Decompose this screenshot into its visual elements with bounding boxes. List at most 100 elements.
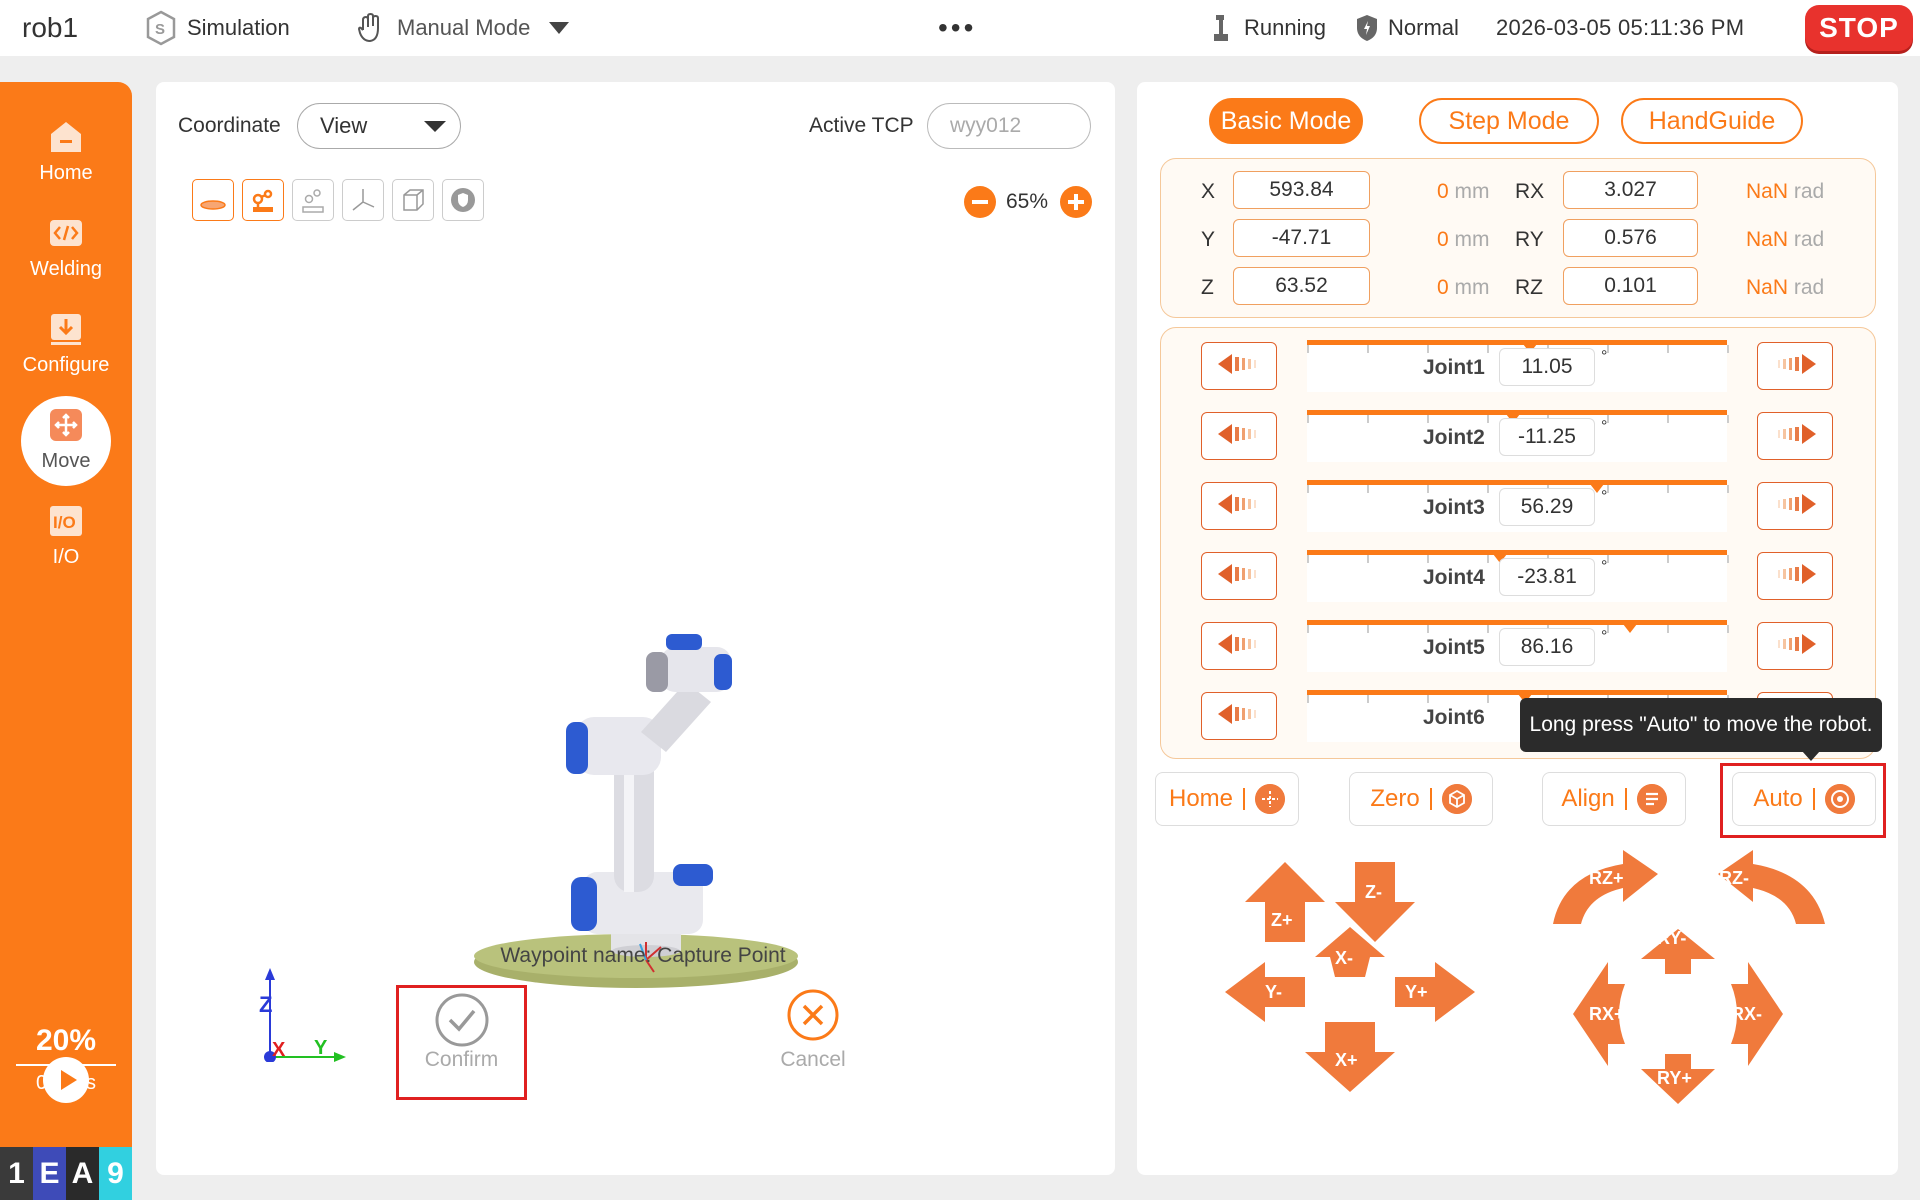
- robot-3d-view[interactable]: [456, 552, 816, 992]
- joint-value-input[interactable]: 11.05: [1499, 348, 1595, 386]
- arrow-left-icon: [1216, 492, 1262, 521]
- badge-char: A: [66, 1147, 99, 1200]
- axis-label: X: [1201, 180, 1216, 203]
- divider: [1243, 788, 1246, 810]
- arrow-right-icon: [1772, 422, 1818, 451]
- joint-position-marker[interactable]: [1623, 624, 1638, 633]
- axis-label: RY: [1515, 228, 1544, 251]
- scale-tick: [1307, 345, 1309, 353]
- joint-increase-button[interactable]: [1757, 622, 1833, 670]
- joint-increase-button[interactable]: [1757, 412, 1833, 460]
- sidebar-item-label: Move: [41, 450, 91, 472]
- pose-x-input[interactable]: 593.84: [1233, 171, 1370, 209]
- joint-value-input[interactable]: 86.16: [1499, 628, 1595, 666]
- pose-row-y: Y -47.71 0 mm RY 0.576 NaN rad: [1161, 219, 1877, 259]
- pose-y-input[interactable]: -47.71: [1233, 219, 1370, 257]
- active-tcp-field[interactable]: wyy012: [927, 103, 1091, 149]
- tab-basic-mode[interactable]: Basic Mode: [1209, 98, 1363, 144]
- joint-decrease-button[interactable]: [1201, 482, 1277, 530]
- zoom-out-button[interactable]: [964, 186, 996, 218]
- axis-label: Y: [1201, 228, 1216, 251]
- scale-tick: [1487, 625, 1489, 633]
- version-badge: 1 E A 9: [0, 1147, 132, 1200]
- joint-row: Joint3 56.29 °: [1161, 480, 1875, 532]
- joint-value-input[interactable]: -11.25: [1499, 418, 1595, 456]
- view-scene-button[interactable]: [292, 179, 334, 221]
- joint-decrease-button[interactable]: [1201, 552, 1277, 600]
- arrow-left-icon: [1216, 352, 1262, 381]
- joint-decrease-button[interactable]: [1201, 412, 1277, 460]
- view-box-button[interactable]: [392, 179, 434, 221]
- scale-tick: [1667, 485, 1669, 493]
- scale-tick: [1367, 695, 1369, 703]
- scale-tick: [1427, 625, 1429, 633]
- pose-ry-input[interactable]: 0.576: [1563, 219, 1698, 257]
- zero-action-button[interactable]: Zero: [1349, 772, 1493, 826]
- joint-increase-button[interactable]: [1757, 552, 1833, 600]
- scale-tick: [1307, 555, 1309, 563]
- offset-unit: mm: [1454, 180, 1490, 203]
- tab-handguide[interactable]: HandGuide: [1621, 98, 1803, 144]
- offset-value: NaN: [1746, 180, 1789, 203]
- confirm-button[interactable]: Confirm: [396, 985, 527, 1100]
- pose-rx-input[interactable]: 3.027: [1563, 171, 1698, 209]
- joint-row: Joint1 11.05 °: [1161, 340, 1875, 392]
- view-robot-button[interactable]: [242, 179, 284, 221]
- align-action-button[interactable]: Align: [1542, 772, 1686, 826]
- jog-label: RX-: [1731, 1004, 1762, 1024]
- download-icon: [51, 314, 81, 345]
- more-menu-button[interactable]: •••: [938, 0, 976, 56]
- joint-row: Joint4 -23.81 °: [1161, 550, 1875, 602]
- robot-name: rob1: [22, 12, 79, 43]
- offset-unit: rad: [1793, 276, 1825, 299]
- tab-step-mode[interactable]: Step Mode: [1419, 98, 1599, 144]
- mode-selector[interactable]: Manual Mode: [355, 0, 580, 56]
- joint-increase-button[interactable]: [1757, 342, 1833, 390]
- sidebar-item-move[interactable]: Move: [0, 396, 132, 486]
- zoom-in-button[interactable]: [1060, 186, 1092, 218]
- play-button[interactable]: [43, 1057, 89, 1103]
- code-icon: [50, 220, 82, 246]
- jog-label: X-: [1335, 948, 1353, 968]
- sidebar-item-configure[interactable]: Configure: [0, 310, 132, 377]
- view-axes-button[interactable]: [342, 179, 384, 221]
- top-bar: rob1 S Simulation Manual Mode ••• Runnin…: [0, 0, 1920, 56]
- scale-tick: [1367, 625, 1369, 633]
- joint-decrease-button[interactable]: [1201, 692, 1277, 740]
- rotary-jog-pad[interactable]: RZ+ RZ- RY- RX+ RX- RY+: [1553, 844, 1843, 1114]
- simulation-label: Simulation: [187, 15, 290, 40]
- joint-decrease-button[interactable]: [1201, 622, 1277, 670]
- cancel-button[interactable]: Cancel: [753, 988, 873, 1072]
- view-panel: Coordinate View Active TCP wyy012 65% Wa…: [156, 82, 1115, 1175]
- offset-unit: rad: [1793, 228, 1825, 251]
- joint-name: Joint5: [1423, 636, 1485, 659]
- sidebar-item-home[interactable]: Home: [0, 118, 132, 185]
- joint-decrease-button[interactable]: [1201, 342, 1277, 390]
- joint-increase-button[interactable]: [1757, 482, 1833, 530]
- joint-value-input[interactable]: -23.81: [1499, 558, 1595, 596]
- arrow-left-icon: [1216, 632, 1262, 661]
- pose-rz-input[interactable]: 0.101: [1563, 267, 1698, 305]
- stop-button[interactable]: STOP: [1805, 5, 1913, 51]
- axis-z-label: Z: [259, 992, 272, 1017]
- sidebar-item-label: Welding: [30, 258, 102, 280]
- joint-slider-track: [1307, 340, 1727, 345]
- sidebar-item-welding[interactable]: Welding: [0, 214, 132, 281]
- home-action-button[interactable]: Home: [1155, 772, 1299, 826]
- view-safety-button[interactable]: [442, 179, 484, 221]
- offset-rz: NaN rad: [1746, 276, 1824, 300]
- confirm-label: Confirm: [424, 1048, 499, 1071]
- scale-tick: [1367, 345, 1369, 353]
- sidebar-item-io[interactable]: I/O I/O: [0, 502, 132, 569]
- jog-z-plus-button[interactable]: [1245, 862, 1325, 942]
- joint-name: Joint1: [1423, 356, 1485, 379]
- linear-jog-pad[interactable]: Z+ Z- X- Y- Y+ X+: [1225, 852, 1495, 1102]
- scale-tick: [1667, 345, 1669, 353]
- coordinate-select[interactable]: View: [297, 103, 461, 149]
- arrow-right-icon: [1772, 492, 1818, 521]
- view-floor-button[interactable]: [192, 179, 234, 221]
- pose-z-input[interactable]: 63.52: [1233, 267, 1370, 305]
- simulation-indicator[interactable]: S Simulation: [145, 0, 290, 56]
- chevron-down-icon: [424, 121, 446, 132]
- joint-value-input[interactable]: 56.29: [1499, 488, 1595, 526]
